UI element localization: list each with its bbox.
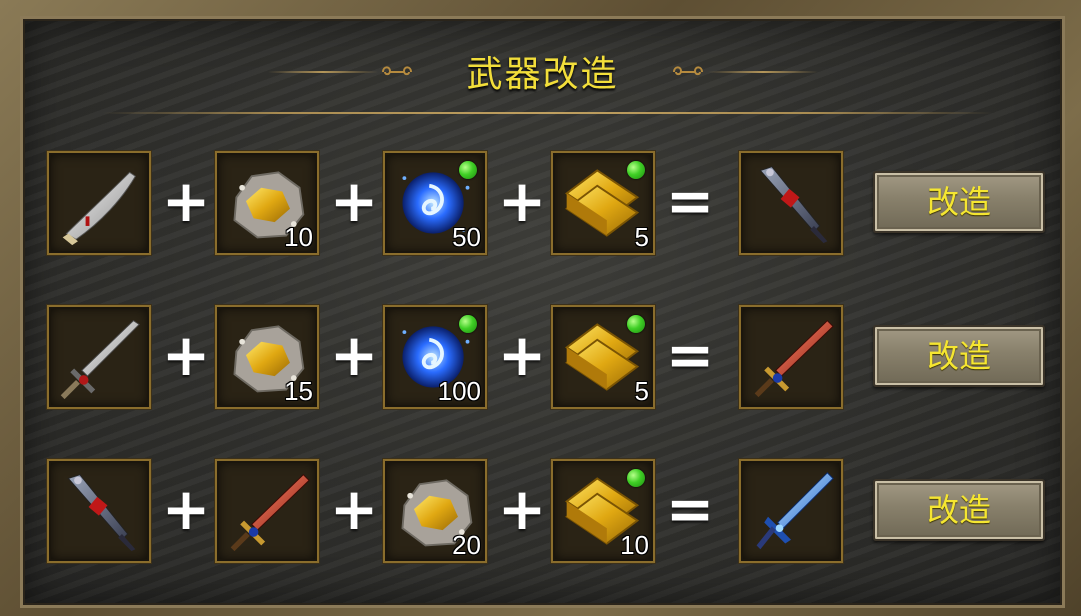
title-divider	[103, 112, 993, 114]
equals-sign: =	[665, 167, 715, 235]
modify-button[interactable]: 改造	[873, 325, 1045, 387]
ingredient-slot[interactable]	[47, 305, 151, 409]
dark-greatsword-icon	[67, 474, 136, 552]
ingredient-slot[interactable]: 100	[383, 305, 487, 409]
ingredient-slot[interactable]: 50	[383, 151, 487, 255]
plus-sign: +	[497, 475, 547, 543]
plus-sign: +	[329, 475, 379, 543]
result-slot[interactable]	[739, 305, 843, 409]
scroll-ornament-right-icon	[673, 66, 703, 76]
ingredient-slot[interactable]: 5	[551, 305, 655, 409]
title-bar: 武器改造	[23, 41, 1062, 101]
item-count: 10	[620, 530, 649, 560]
green-dot-badge	[627, 161, 645, 179]
ingredient-slot[interactable]: 15	[215, 305, 319, 409]
equals-sign: =	[665, 321, 715, 389]
ingredient-slot[interactable]: 10	[215, 151, 319, 255]
page-title: 武器改造	[466, 54, 619, 95]
dark-greatsword-icon	[759, 166, 828, 244]
recipe-row: 15 100 5 + + + = 改造	[23, 305, 1062, 415]
green-dot-badge	[459, 315, 477, 333]
item-count: 100	[437, 376, 481, 406]
azure-sword-icon	[756, 472, 834, 550]
recipe-row: 20 10 + + + = 改造	[23, 459, 1062, 569]
ingredient-slot[interactable]: 5	[551, 151, 655, 255]
ingredient-slot[interactable]: 20	[383, 459, 487, 563]
ingredient-slot[interactable]	[47, 459, 151, 563]
plus-sign: +	[329, 167, 379, 235]
plus-sign: +	[161, 167, 211, 235]
item-count: 50	[452, 222, 481, 252]
item-count: 10	[284, 222, 313, 252]
weapon-modify-panel: 武器改造 10 50 5 + + + = 改造 15 100 5 + + + = 改造 20 10 + + + = 改造	[20, 16, 1065, 608]
modify-button[interactable]: 改造	[873, 479, 1045, 541]
item-count: 5	[634, 376, 649, 406]
plus-sign: +	[161, 475, 211, 543]
green-dot-badge	[459, 161, 477, 179]
ingredient-slot[interactable]	[215, 459, 319, 563]
green-dot-badge	[627, 315, 645, 333]
plus-sign: +	[497, 321, 547, 389]
item-count: 20	[452, 530, 481, 560]
ingredient-slot[interactable]: 10	[551, 459, 655, 563]
item-count: 15	[284, 376, 313, 406]
steel-sword-icon	[60, 320, 140, 400]
equals-sign: =	[665, 475, 715, 543]
result-slot[interactable]	[739, 151, 843, 255]
modify-button[interactable]: 改造	[873, 171, 1045, 233]
recipe-row: 10 50 5 + + + = 改造	[23, 151, 1062, 261]
plus-sign: +	[497, 167, 547, 235]
result-slot[interactable]	[739, 459, 843, 563]
crimson-sword-icon	[230, 473, 310, 552]
plus-sign: +	[329, 321, 379, 389]
green-dot-badge	[627, 469, 645, 487]
crimson-sword-icon	[754, 319, 834, 398]
item-count: 5	[634, 222, 649, 252]
title-deco-line-right	[708, 71, 818, 73]
plus-sign: +	[161, 321, 211, 389]
scimitar-icon	[62, 171, 136, 246]
ingredient-slot[interactable]	[47, 151, 151, 255]
